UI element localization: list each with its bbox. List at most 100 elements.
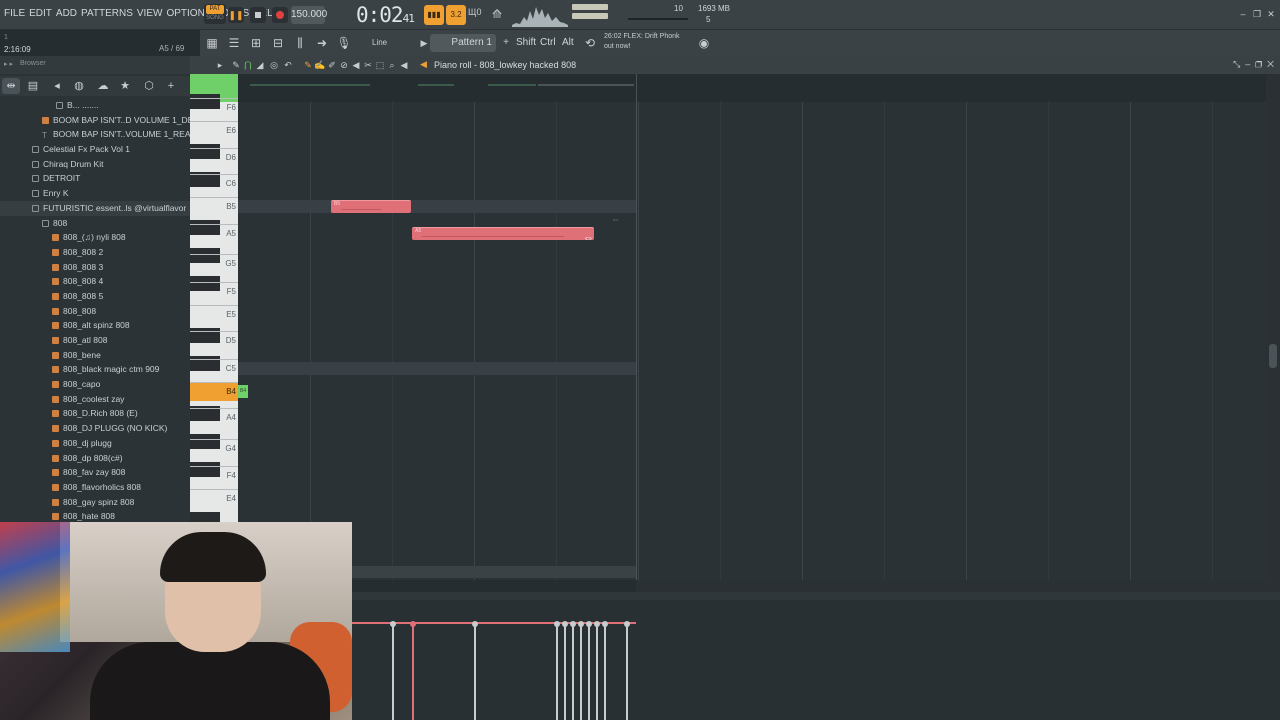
browser-icon[interactable]: ⊟ xyxy=(270,35,286,51)
browser-arrows-icon[interactable]: ▸ ▸ xyxy=(4,60,13,68)
vertical-scrollbar[interactable] xyxy=(1266,74,1280,580)
note-a5[interactable]: A5 xyxy=(412,227,594,240)
piano-roll-icon[interactable]: ⊞ xyxy=(248,35,264,51)
menu-edit[interactable]: EDIT xyxy=(29,8,52,19)
browser-item[interactable]: 808_D.Rich 808 (E) xyxy=(0,406,190,421)
pr-channel-arrow-icon[interactable]: ◀ xyxy=(420,59,427,70)
velocity-bar[interactable] xyxy=(562,621,568,720)
pr-wrench-icon[interactable]: ✎ xyxy=(230,58,242,72)
browser-item[interactable]: 808_808 5 xyxy=(0,289,190,304)
master-volume-slider[interactable] xyxy=(572,13,608,19)
loop-record-icon[interactable]: ⟰ xyxy=(492,7,510,23)
pattern-selector[interactable]: Pattern 1 xyxy=(430,34,496,52)
channel-rack-icon[interactable]: ☰ xyxy=(226,35,242,51)
browser-item[interactable]: 808_808 4 xyxy=(0,274,190,289)
close-icon[interactable]: ✕ xyxy=(1266,9,1276,19)
velocity-bar[interactable] xyxy=(570,621,576,720)
browser-item[interactable]: 808_808 2 xyxy=(0,245,190,260)
maximize-icon[interactable]: ❐ xyxy=(1252,9,1262,19)
select-icon[interactable]: ⬚ xyxy=(374,58,386,72)
menu-file[interactable]: FILE xyxy=(4,8,25,19)
browser-add-icon[interactable]: + xyxy=(162,78,180,94)
browser-item[interactable]: 808_808 3 xyxy=(0,260,190,275)
delete-icon[interactable]: ⊘ xyxy=(338,58,350,72)
browser-item[interactable]: 808_(♫) nyli 808 xyxy=(0,230,190,245)
piano-black-key[interactable] xyxy=(190,248,220,263)
shift-key-toggle[interactable]: Shift xyxy=(516,37,536,48)
browser-item[interactable]: 808_DJ PLUGG (NO KICK) xyxy=(0,421,190,436)
pr-magnet-icon[interactable]: ⋂ xyxy=(242,58,254,72)
browser-item[interactable]: 808_black magic ctm 909 xyxy=(0,362,190,377)
add-pattern-icon[interactable]: + xyxy=(498,35,514,51)
metronome-icon[interactable]: ▮▮▮ xyxy=(424,5,444,25)
browser-library-icon[interactable]: ◍ xyxy=(70,78,88,94)
browser-all-icon[interactable]: ⇹ xyxy=(2,78,20,94)
velocity-bar[interactable] xyxy=(410,621,416,720)
piano-black-key[interactable] xyxy=(190,276,220,291)
velocity-bar[interactable] xyxy=(602,621,608,720)
pr-play-icon[interactable]: ◢ xyxy=(254,58,266,72)
browser-item[interactable]: B... ....... xyxy=(0,98,190,113)
pr-target-icon[interactable]: ◎ xyxy=(268,58,280,72)
piano-black-key[interactable] xyxy=(190,220,220,235)
browser-item[interactable]: 808_flavorholics 808 xyxy=(0,480,190,495)
blend-notes-icon[interactable]: Щ0 xyxy=(468,7,486,23)
piano-black-key[interactable] xyxy=(190,94,220,109)
piano-black-key[interactable] xyxy=(190,512,220,522)
velocity-bar[interactable] xyxy=(472,621,478,720)
velocity-bar[interactable] xyxy=(578,621,584,720)
browser-item[interactable]: T BOOM BAP ISN'T..VOLUME 1_README xyxy=(0,127,190,142)
browser-files-icon[interactable]: ▤ xyxy=(24,78,42,94)
timeline[interactable] xyxy=(238,74,1266,102)
browser-item[interactable]: 808_hate 808 xyxy=(0,509,190,522)
menu-patterns[interactable]: PATTERNS xyxy=(81,8,133,19)
piano-black-key[interactable] xyxy=(190,144,220,159)
microphone-icon[interactable]: 🎙 xyxy=(336,35,352,51)
browser-item[interactable]: 808_gay spinz 808 xyxy=(0,495,190,510)
playlist-icon[interactable]: ▦ xyxy=(204,35,220,51)
ctrl-key-toggle[interactable]: Ctrl xyxy=(540,37,556,48)
velocity-bar[interactable] xyxy=(586,621,592,720)
browser-cloud-icon[interactable]: ☁ xyxy=(94,78,112,94)
mixer-icon[interactable]: ⫼ xyxy=(292,35,308,51)
browser-item[interactable]: 808_capo xyxy=(0,377,190,392)
browser-item[interactable]: 808_dj plugg xyxy=(0,436,190,451)
browser-item[interactable]: 808_coolest zay xyxy=(0,392,190,407)
velocity-bar[interactable] xyxy=(624,621,630,720)
note-grid[interactable]: B5 A5 ⇔ ⇔ B4 xyxy=(238,74,1266,580)
browser-item[interactable]: 808_alt spinz 808 xyxy=(0,318,190,333)
horizontal-scrollbar-track[interactable] xyxy=(636,580,1280,592)
note-b5[interactable]: B5 xyxy=(331,200,411,213)
velocity-bar[interactable] xyxy=(554,621,560,720)
browser-favorites-icon[interactable]: ★ xyxy=(116,78,134,94)
snap-select[interactable]: Line xyxy=(358,36,410,50)
browser-item[interactable]: 808_atl 808 xyxy=(0,333,190,348)
news-panel[interactable]: 26:02 FLEX: Drift Phonk out now! xyxy=(604,32,680,52)
browser-item[interactable]: Chiraq Drum Kit xyxy=(0,157,190,172)
velocity-editor[interactable] xyxy=(190,592,1280,720)
news-icon[interactable]: ⟲ xyxy=(582,35,598,51)
master-pitch-slider[interactable] xyxy=(572,4,608,10)
velocity-bar[interactable] xyxy=(594,621,600,720)
piano-black-key[interactable] xyxy=(190,434,220,449)
browser-item[interactable]: BOOM BAP ISN'T..D VOLUME 1_DEMO xyxy=(0,113,190,128)
browser-item[interactable]: Celestial Fx Pack Vol 1 xyxy=(0,142,190,157)
menu-add[interactable]: ADD xyxy=(56,8,77,19)
playback-icon[interactable]: ◀ xyxy=(398,58,410,72)
menu-view[interactable]: VIEW xyxy=(137,8,163,19)
velocity-bar[interactable] xyxy=(390,621,396,720)
pencil-icon[interactable]: ✎ xyxy=(302,58,314,72)
browser-item[interactable]: 808_808 xyxy=(0,304,190,319)
arrow-icon[interactable]: ➜ xyxy=(314,35,330,51)
browser-item[interactable]: Enry K xyxy=(0,186,190,201)
step-edit-icon[interactable]: 3.2 xyxy=(446,5,466,25)
paint-icon[interactable]: ✐ xyxy=(326,58,338,72)
browser-item[interactable]: 808_dp 808(c#) xyxy=(0,451,190,466)
browser-item[interactable]: 808_fav zay 808 xyxy=(0,465,190,480)
browser-item[interactable]: DETROIT xyxy=(0,171,190,186)
browser-item[interactable]: FUTURISTIC essent..ls @virtualflavor xyxy=(0,200,190,216)
online-icon[interactable]: ◉ xyxy=(696,35,712,51)
piano-keyboard[interactable]: F6 E6 D6 C6 B5 A5 G5 F5 E5 D5 C5 B4 A4 G4 F4 E4 xyxy=(190,74,238,522)
browser-item[interactable]: 808 xyxy=(0,216,190,231)
browser-tag-icon[interactable]: ⬡ xyxy=(140,78,158,94)
